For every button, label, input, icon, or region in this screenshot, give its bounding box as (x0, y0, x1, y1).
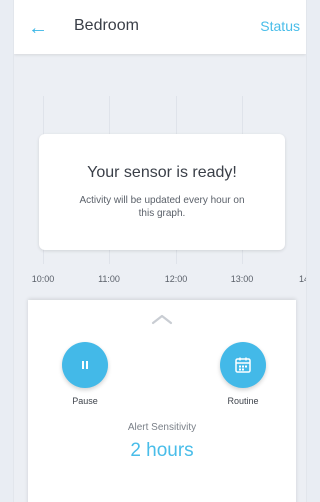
routine-button[interactable] (220, 342, 266, 388)
activity-graph: Your sensor is ready! Activity will be u… (14, 54, 306, 292)
collapse-toggle[interactable] (150, 312, 174, 326)
time-label: 10:00 (31, 274, 55, 284)
controls-panel: Pause Routine Alert Sensitivity 2 hours (28, 300, 296, 502)
time-label: 14 (298, 274, 306, 284)
app-screen: ← Bedroom Status Your sensor is ready! A… (14, 0, 306, 502)
alert-sensitivity-value[interactable]: 2 hours (28, 440, 296, 462)
pause-label: Pause (72, 396, 98, 406)
calendar-icon (235, 357, 251, 373)
sensor-ready-text: Activity will be updated every hour on t… (79, 195, 245, 219)
status-link[interactable]: Status (260, 18, 300, 34)
time-label: 12:00 (164, 274, 188, 284)
arrow-left-icon: ← (28, 17, 48, 39)
back-button[interactable]: ← (24, 14, 52, 42)
routine-label: Routine (227, 396, 259, 406)
chevron-up-icon (151, 314, 173, 325)
top-bar: ← Bedroom Status (14, 0, 306, 54)
pause-action: Pause (50, 342, 120, 406)
time-label: 13:00 (230, 274, 254, 284)
alert-sensitivity-label: Alert Sensitivity (127, 422, 197, 433)
sensor-ready-card: Your sensor is ready! Activity will be u… (39, 134, 285, 250)
pause-icon (82, 361, 88, 369)
routine-action: Routine (208, 342, 278, 406)
pause-button[interactable] (62, 342, 108, 388)
sensor-ready-title: Your sensor is ready! (87, 164, 237, 181)
time-label: 11:00 (98, 274, 120, 284)
page-title: Bedroom (74, 17, 139, 34)
